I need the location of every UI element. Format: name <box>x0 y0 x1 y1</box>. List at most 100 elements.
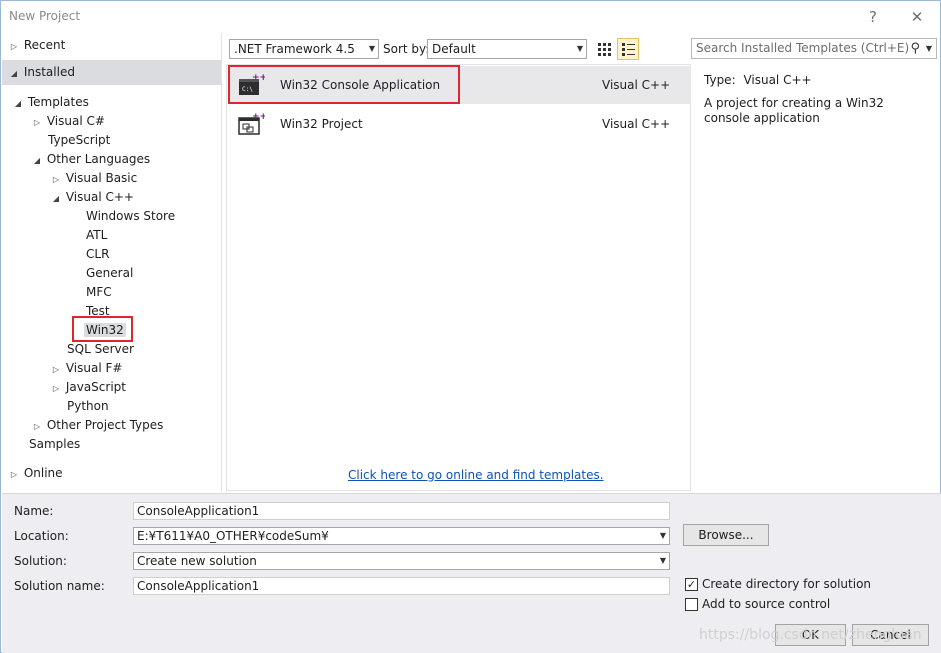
sort-dropdown[interactable]: Default ▼ <box>427 39 587 59</box>
template-type: Type: Visual C++ <box>704 73 812 87</box>
chevron-down-icon: ▼ <box>659 531 666 540</box>
location-value: E:¥T611¥A0_OTHER¥codeSum¥ <box>137 529 329 543</box>
expand-arrow-icon[interactable]: ▷ <box>31 113 43 132</box>
svg-text:++: ++ <box>252 112 265 122</box>
tree-item-label: SQL Server <box>67 342 134 356</box>
expand-arrow-icon[interactable]: ▷ <box>31 417 43 436</box>
create-directory-label: Create directory for solution <box>702 577 872 591</box>
tree-item-label: Other Project Types <box>46 418 164 432</box>
tree-item-python[interactable]: Python <box>67 397 109 416</box>
checkmark-icon: ✓ <box>686 578 697 591</box>
tree-item-visual-csharp[interactable]: ▷ Visual C# <box>31 112 105 131</box>
collapse-arrow-icon[interactable]: ◢ <box>8 64 20 83</box>
collapse-arrow-icon[interactable]: ◢ <box>12 94 24 113</box>
tree-item-label: Samples <box>29 437 81 451</box>
tree-item-clr[interactable]: CLR <box>86 245 109 264</box>
tree-item-label: Other Languages <box>46 152 151 166</box>
browse-button[interactable]: Browse... <box>683 524 769 546</box>
source-control-checkbox[interactable] <box>685 598 698 611</box>
template-name: Win32 Project <box>280 117 363 131</box>
tree-item-windows-store[interactable]: Windows Store <box>86 207 175 226</box>
small-icons-view-button[interactable] <box>594 39 614 59</box>
title-bar: New Project ? ✕ <box>1 1 940 33</box>
template-language: Visual C++ <box>602 78 671 92</box>
create-directory-checkbox[interactable]: ✓ <box>685 578 698 591</box>
framework-value: .NET Framework 4.5 <box>234 42 355 56</box>
list-view-button[interactable] <box>617 38 639 60</box>
watermark: https://blog.csdn.net/zhengluan <box>699 627 922 643</box>
chevron-down-icon: ▼ <box>659 556 666 565</box>
tree-item-javascript[interactable]: ▷ JavaScript <box>50 378 126 397</box>
tree-item-label: JavaScript <box>65 380 126 394</box>
solution-value: Create new solution <box>137 554 257 568</box>
template-description: A project for creating a Win32 console a… <box>704 96 884 125</box>
chevron-down-icon[interactable]: ▼ <box>926 39 932 58</box>
solution-dropdown[interactable]: Create new solution ▼ <box>133 552 670 570</box>
tree-item-label: Visual C# <box>46 114 105 128</box>
template-list: C:\ ++ Win32 Console Application Visual … <box>226 64 691 491</box>
name-label: Name: <box>14 504 54 518</box>
expand-arrow-icon[interactable]: ▷ <box>8 37 20 56</box>
tree-item-visual-cpp[interactable]: ◢ Visual C++ <box>50 188 134 207</box>
type-label: Type: <box>704 73 736 87</box>
tree-item-mfc[interactable]: MFC <box>86 283 112 302</box>
tree-item-label: MFC <box>86 285 112 299</box>
win32-highlight-box <box>72 316 133 342</box>
tree-item-label: ATL <box>86 228 108 242</box>
tree-item-label: CLR <box>86 247 110 261</box>
tree-item-visual-basic[interactable]: ▷ Visual Basic <box>50 169 137 188</box>
expand-arrow-icon[interactable]: ▷ <box>50 379 62 398</box>
tree-item-label: Recent <box>23 38 66 52</box>
collapse-arrow-icon[interactable]: ◢ <box>50 189 62 208</box>
search-input[interactable]: Search Installed Templates (Ctrl+E) ⚲ ▼ <box>691 38 937 59</box>
solution-label: Solution: <box>14 554 67 568</box>
search-placeholder: Search Installed Templates (Ctrl+E) <box>696 41 910 55</box>
template-tree: ▷ Recent ◢ Installed ◢ Templates ▷ Visua… <box>2 33 222 491</box>
expand-arrow-icon[interactable]: ▷ <box>50 170 62 189</box>
tree-item-label: Python <box>67 399 109 413</box>
tree-item-other-languages[interactable]: ◢ Other Languages <box>31 150 150 169</box>
type-value: Visual C++ <box>743 73 812 87</box>
details-pane: Type: Visual C++ A project for creating … <box>692 64 937 491</box>
chevron-down-icon: ▼ <box>368 44 375 53</box>
tree-item-label: General <box>86 266 134 280</box>
solution-name-label: Solution name: <box>14 579 105 593</box>
console-app-highlight-box <box>228 65 460 104</box>
template-item-win32-project[interactable]: ++ Win32 Project Visual C++ <box>228 105 691 143</box>
framework-dropdown[interactable]: .NET Framework 4.5 ▼ <box>229 39 379 59</box>
name-input[interactable]: ConsoleApplication1 <box>133 502 670 520</box>
template-language: Visual C++ <box>602 117 671 131</box>
tree-item-label: Online <box>23 466 63 480</box>
tree-item-templates[interactable]: ◢ Templates <box>12 93 89 112</box>
location-dropdown[interactable]: E:¥T611¥A0_OTHER¥codeSum¥ ▼ <box>133 527 670 545</box>
solution-name-input[interactable]: ConsoleApplication1 <box>133 577 670 595</box>
tree-item-label: Windows Store <box>86 209 176 223</box>
tree-item-general[interactable]: General <box>86 264 133 283</box>
new-project-dialog: New Project ? ✕ ▷ Recent ◢ Installed ◢ T… <box>0 0 941 653</box>
close-button[interactable]: ✕ <box>906 6 928 28</box>
tree-item-atl[interactable]: ATL <box>86 226 107 245</box>
tree-item-installed[interactable]: ◢ Installed <box>8 63 75 82</box>
win32-project-icon: ++ <box>238 112 265 135</box>
tree-item-online[interactable]: ▷ Online <box>8 464 63 483</box>
tree-item-label: Visual Basic <box>65 171 138 185</box>
window-title: New Project <box>9 9 81 23</box>
collapse-arrow-icon[interactable]: ◢ <box>31 151 43 170</box>
tree-item-label: Visual F# <box>65 361 123 375</box>
search-icon[interactable]: ⚲ <box>910 39 920 58</box>
tree-item-visual-fsharp[interactable]: ▷ Visual F# <box>50 359 123 379</box>
tree-item-samples[interactable]: Samples <box>29 435 80 454</box>
online-templates-link[interactable]: Click here to go online and find templat… <box>348 468 604 482</box>
grid-view-icon <box>598 43 611 56</box>
list-view-icon <box>622 43 635 56</box>
tree-item-other-project-types[interactable]: ▷ Other Project Types <box>31 416 163 435</box>
location-label: Location: <box>14 529 69 543</box>
expand-arrow-icon[interactable]: ▷ <box>50 360 62 379</box>
expand-arrow-icon[interactable]: ▷ <box>8 465 20 484</box>
tree-item-label: Visual C++ <box>65 190 134 204</box>
tree-item-label: TypeScript <box>48 133 111 147</box>
tree-item-recent[interactable]: ▷ Recent <box>8 36 65 55</box>
tree-item-sql-server[interactable]: SQL Server <box>67 340 134 359</box>
help-button[interactable]: ? <box>862 6 884 28</box>
tree-item-typescript[interactable]: TypeScript <box>48 131 110 150</box>
